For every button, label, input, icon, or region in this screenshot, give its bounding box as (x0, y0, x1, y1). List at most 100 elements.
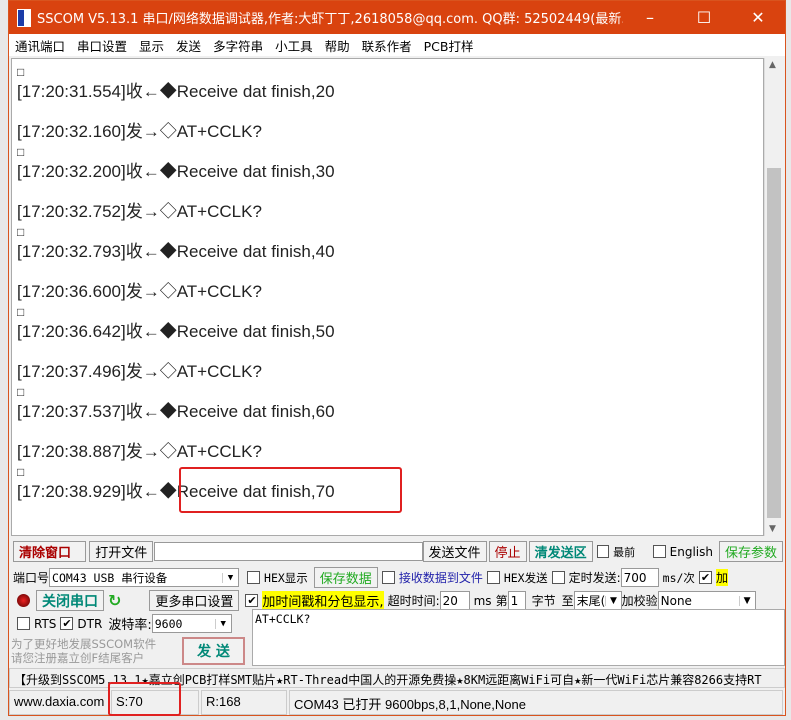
log-line: □ (17, 145, 25, 159)
log-line: □ (17, 225, 25, 239)
baud-value: 9600 (154, 616, 183, 631)
add-label: 加 (715, 569, 728, 586)
port-status-light-icon (17, 594, 30, 607)
menu-multi-string[interactable]: 多字符串 (213, 36, 263, 55)
port-label: 端口号 (13, 571, 50, 585)
log-scrollbar[interactable]: ▲ ▼ (764, 58, 782, 536)
timestamp-label: 加时间戳和分包显示, (262, 591, 384, 610)
dtr-label: DTR (77, 616, 103, 631)
highlight-box-sent-count (108, 682, 181, 716)
status-website[interactable]: www.daxia.com (9, 690, 109, 715)
more-settings-button[interactable]: 更多串口设置 (149, 590, 240, 611)
log-line: □ (17, 385, 25, 399)
menu-tools[interactable]: 小工具 (275, 36, 313, 55)
end-select[interactable]: 末尾(▼ (573, 591, 622, 610)
byte-suffix: 字节 (531, 594, 556, 608)
baud-select[interactable]: 9600 ▼ (151, 614, 232, 633)
hex-display-checkbox[interactable] (247, 571, 261, 584)
window-title: SSCOM V5.13.1 串口/网络数据调试器,作者:大虾丁丁,2618058… (37, 12, 623, 27)
scroll-thumb[interactable] (767, 168, 781, 518)
baud-label: 波特率: (108, 618, 152, 633)
log-line: [17:20:37.496]发→◇AT+CCLK? (17, 362, 262, 381)
log-line: □ (17, 305, 25, 319)
chevron-down-icon: ▼ (214, 618, 231, 629)
timestamp-checkbox[interactable]: ✔ (245, 594, 259, 607)
port-value: COM43 USB 串行设备 (52, 570, 168, 585)
menu-serial-settings[interactable]: 串口设置 (77, 36, 127, 55)
dtr-checkbox[interactable]: ✔ (60, 617, 74, 630)
hex-send-checkbox[interactable] (486, 571, 500, 584)
send-file-button[interactable]: 发送文件 (422, 541, 487, 562)
highlight-box-last-receive (179, 467, 402, 513)
sscom-window: SSCOM V5.13.1 串口/网络数据调试器,作者:大虾丁丁,2618058… (8, 0, 786, 716)
log-line: [17:20:37.537]收←◆Receive dat finish,60 (17, 402, 335, 421)
checksum-select[interactable]: None ▼ (657, 591, 756, 610)
chevron-down-icon: ▼ (605, 595, 620, 606)
stop-button[interactable]: 停止 (488, 541, 527, 562)
byte-prefix: 第 (495, 594, 508, 608)
add-checkbox[interactable]: ✔ (698, 571, 712, 584)
status-received-count: R:168 (201, 690, 287, 715)
open-file-button[interactable]: 打开文件 (89, 541, 154, 562)
to-label: 至 (561, 594, 574, 608)
rts-checkbox[interactable] (17, 617, 30, 630)
file-path-input[interactable] (154, 542, 423, 561)
send-input[interactable]: AT+CCLK? (252, 609, 785, 666)
recv-to-file-label: 接收数据到文件 (398, 571, 483, 585)
log-line: [17:20:31.554]收←◆Receive dat finish,20 (17, 82, 335, 101)
scroll-down-icon[interactable]: ▼ (769, 524, 776, 534)
checksum-label: 加校验 (621, 594, 658, 608)
close-button[interactable]: ✕ (731, 8, 785, 27)
log-line: □ (17, 65, 25, 79)
title-bar: SSCOM V5.13.1 串口/网络数据调试器,作者:大虾丁丁,2618058… (9, 1, 785, 34)
minimize-button[interactable]: – (623, 8, 677, 27)
scroll-up-icon[interactable]: ▲ (769, 60, 776, 70)
clear-send-button[interactable]: 清发送区 (528, 541, 593, 562)
byte-number-input[interactable]: 1 (507, 591, 526, 610)
refresh-icon[interactable]: ↻ (108, 591, 121, 610)
menu-send[interactable]: 发送 (176, 36, 201, 55)
send-button[interactable]: 发 送 (182, 637, 245, 665)
hex-display-label: HEX显示 (264, 570, 308, 585)
timeout-unit: ms (473, 593, 492, 608)
timeout-input[interactable]: 20 (439, 591, 470, 610)
rts-label: RTS (34, 616, 57, 631)
status-port-state: COM43 已打开 9600bps,8,1,None,None (289, 690, 783, 715)
topmost-label: 最前 (613, 545, 636, 559)
english-checkbox[interactable] (653, 545, 666, 558)
maximize-button[interactable]: ☐ (677, 8, 731, 27)
menu-comm-port[interactable]: 通讯端口 (15, 36, 65, 55)
log-line: [17:20:36.600]发→◇AT+CCLK? (17, 282, 262, 301)
timed-send-label: 定时发送: (568, 571, 621, 585)
chevron-down-icon: ▼ (738, 595, 755, 606)
topmost-checkbox[interactable] (596, 545, 610, 558)
save-data-button[interactable]: 保存数据 (313, 567, 378, 588)
hex-send-label: HEX发送 (503, 570, 548, 585)
clear-window-button[interactable]: 清除窗口 (13, 541, 87, 562)
port-select[interactable]: COM43 USB 串行设备 ▼ (49, 568, 240, 587)
log-line: [17:20:32.200]收←◆Receive dat finish,30 (17, 162, 335, 181)
menu-contact[interactable]: 联系作者 (362, 36, 412, 55)
timed-send-checkbox[interactable] (551, 571, 565, 584)
recv-to-file-checkbox[interactable] (381, 571, 395, 584)
menu-display[interactable]: 显示 (139, 36, 164, 55)
interval-unit: ms/次 (662, 570, 695, 585)
receive-log[interactable]: □ [17:20:31.554]收←◆Receive dat finish,20 [… (11, 58, 764, 536)
chevron-down-icon: ▼ (222, 572, 238, 583)
close-port-button[interactable]: 关闭串口 (36, 590, 104, 611)
timeout-label: 超时时间: (387, 594, 440, 608)
english-label: English (669, 544, 713, 559)
save-params-button[interactable]: 保存参数 (718, 541, 783, 562)
checksum-value: None (660, 593, 692, 608)
interval-input[interactable]: 700 (620, 568, 659, 587)
menu-pcb[interactable]: PCB打样 (424, 36, 474, 55)
app-logo-icon (17, 8, 31, 27)
menu-bar: 通讯端口 串口设置 显示 发送 多字符串 小工具 帮助 联系作者 PCB打样 (9, 34, 785, 56)
menu-help[interactable]: 帮助 (325, 36, 350, 55)
log-line: [17:20:32.793]收←◆Receive dat finish,40 (17, 242, 335, 261)
